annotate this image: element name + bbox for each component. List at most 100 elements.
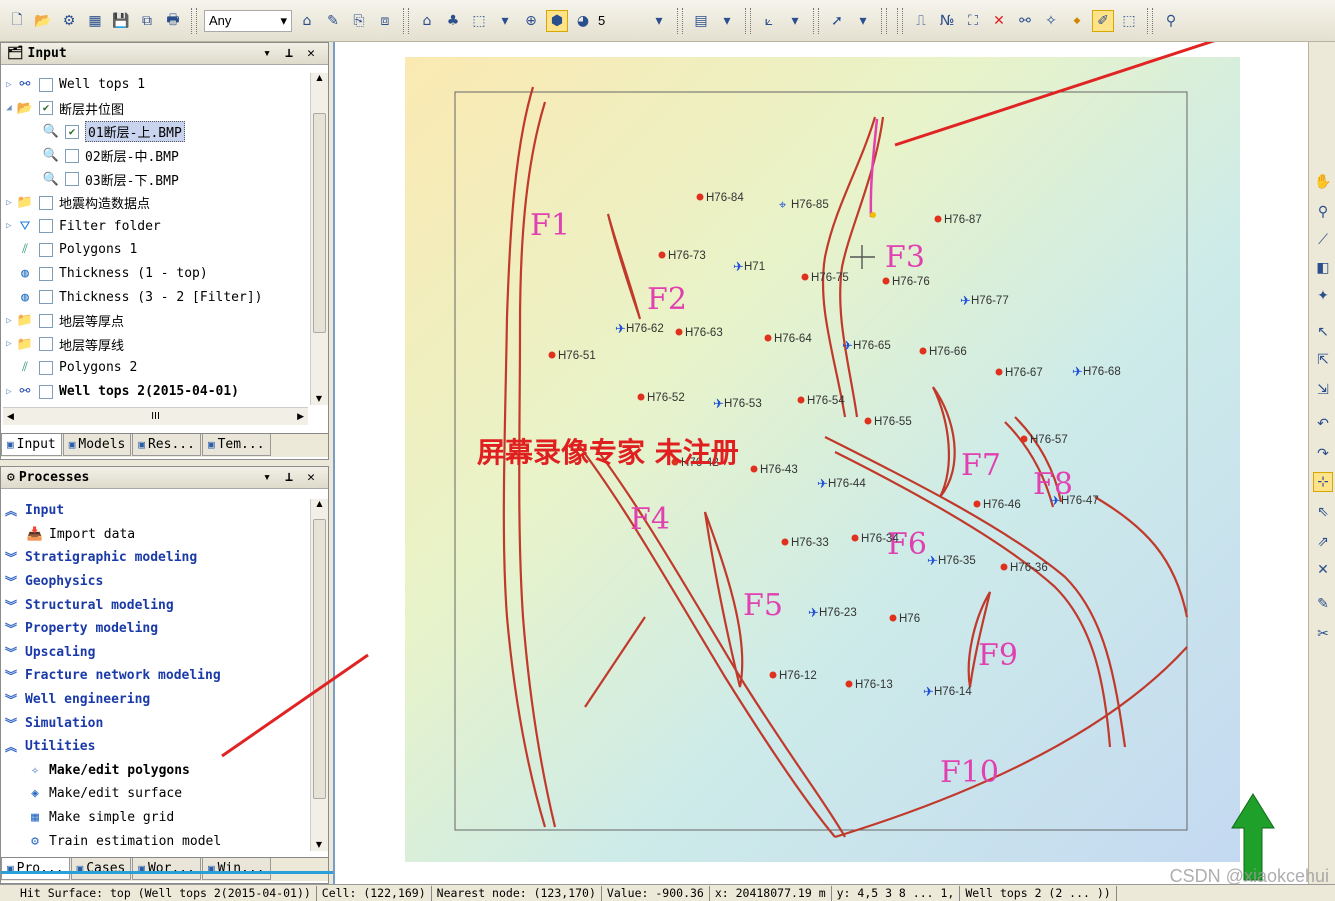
delete-point-icon[interactable]: ✕: [1313, 560, 1333, 580]
input-horizontal-scrollbar[interactable]: ◀ III ▶: [3, 407, 308, 425]
tab-pro[interactable]: ▣ Pro...: [1, 858, 70, 880]
well-marker[interactable]: H76-63: [675, 327, 723, 339]
map-canvas[interactable]: F1 F2 F3 F4 F5 F6 F7 F8 F9 F10 H76-84 ⌖ H76-85 H76-8…: [405, 57, 1240, 862]
visibility-checkbox[interactable]: [39, 313, 53, 328]
visibility-checkbox[interactable]: [65, 172, 79, 187]
process-group[interactable]: ︽ Utilities: [3, 735, 308, 759]
well-marker[interactable]: ✈ H76-77: [960, 294, 1009, 309]
chevron-up-icon[interactable]: ︽: [3, 738, 19, 755]
globe-icon[interactable]: ◕: [572, 10, 594, 32]
well-marker[interactable]: ✈ H76-53: [713, 397, 762, 412]
chevron-down-icon[interactable]: ▾: [256, 470, 278, 485]
tree-item[interactable]: 🔍 03断层-下.BMP: [3, 167, 308, 191]
scroll-left-icon[interactable]: ◀: [7, 412, 14, 422]
scroll-right-icon[interactable]: ▶: [297, 412, 304, 422]
well-marker[interactable]: H76-13: [845, 679, 893, 691]
measure-icon[interactable]: ⟋: [1313, 230, 1333, 250]
well-marker[interactable]: ✈ H76-35: [927, 554, 976, 569]
tree-expander-icon[interactable]: ▷: [3, 387, 15, 397]
select-multi-icon[interactable]: ⇲: [1313, 380, 1333, 400]
tree-expander-icon[interactable]: ◢: [3, 103, 15, 113]
process-group[interactable]: ︾ Structural modeling: [3, 593, 308, 617]
pan-hand-icon[interactable]: ✋: [1313, 172, 1333, 192]
well-marker[interactable]: H76-34: [851, 533, 900, 545]
well-marker[interactable]: H76: [889, 613, 921, 625]
tree-icon[interactable]: ♣: [442, 10, 464, 32]
magic-icon[interactable]: ✧: [1040, 10, 1062, 32]
process-group[interactable]: ︾ Fracture network modeling: [3, 664, 308, 688]
processes-vertical-scrollbar[interactable]: ▲ ▼: [310, 499, 328, 851]
chevron-down-icon[interactable]: ︾: [3, 573, 19, 590]
well-marker[interactable]: ⌖ H76-85: [779, 198, 829, 213]
polygon-vertex[interactable]: [870, 212, 876, 218]
chevron-down-icon[interactable]: ︾: [3, 715, 19, 732]
chevron-down-icon[interactable]: ▾: [852, 10, 874, 32]
visibility-checkbox[interactable]: [39, 77, 53, 92]
visibility-checkbox[interactable]: [65, 148, 79, 163]
well-marker[interactable]: H76-55: [864, 416, 912, 428]
chevron-down-icon[interactable]: ▾: [256, 46, 278, 61]
tab-wor[interactable]: ▣ Wor...: [132, 858, 201, 880]
well-marker[interactable]: H76-33: [781, 537, 829, 549]
scroll-thumb[interactable]: [313, 519, 326, 799]
process-group[interactable]: ︾ Geophysics: [3, 570, 308, 594]
visibility-checkbox[interactable]: [39, 242, 53, 257]
input-vertical-scrollbar[interactable]: ▲ ▼: [310, 73, 328, 405]
visibility-checkbox[interactable]: [39, 219, 53, 234]
well-marker[interactable]: H76-12: [769, 670, 817, 682]
pin-icon[interactable]: ⊥: [278, 46, 300, 61]
tab-models[interactable]: ▣ Models: [62, 434, 132, 456]
filter-select[interactable]: Any ▾: [204, 9, 292, 32]
well-marker[interactable]: H76-87: [934, 214, 982, 226]
tree-expander-icon[interactable]: ▷: [3, 339, 15, 349]
process-item[interactable]: ▦ Make simple grid: [3, 806, 308, 830]
tree-item[interactable]: 🔍 02断层-中.BMP: [3, 144, 308, 168]
chevron-down-icon[interactable]: ▾: [648, 10, 670, 32]
numbering-icon[interactable]: №: [936, 10, 958, 32]
close-icon[interactable]: ✕: [300, 46, 322, 61]
tree-item[interactable]: ⫽ Polygons 1: [3, 238, 308, 262]
well-marker[interactable]: H76-76: [882, 276, 930, 288]
tab-tem[interactable]: ▣ Tem...: [201, 434, 271, 456]
scroll-up-icon[interactable]: ▲: [311, 499, 328, 508]
fault-map[interactable]: F1F2F3F4F5F6F7F8F9F10 H76-84 ⌖ H76-85H76-8…: [405, 57, 1240, 862]
grid-view-icon[interactable]: ▦: [84, 10, 106, 32]
draw-polygon-icon[interactable]: ✐: [1092, 9, 1114, 32]
chevron-down-icon[interactable]: ︾: [3, 691, 19, 708]
process-group[interactable]: ︾ Property modeling: [3, 617, 308, 641]
axis-icon[interactable]: ⟀: [758, 10, 780, 32]
tab-res[interactable]: ▣ Res...: [132, 434, 201, 456]
scroll-thumb[interactable]: [313, 113, 326, 333]
visibility-checkbox[interactable]: [39, 337, 53, 352]
well-marker[interactable]: ✈ H76-14: [923, 685, 972, 700]
chevron-up-icon[interactable]: ︽: [3, 502, 19, 519]
import-icon[interactable]: ⚙: [58, 10, 80, 32]
tree-item[interactable]: ◍ Thickness (3 - 2 [Filter]): [3, 285, 308, 309]
delete-icon[interactable]: ✕: [988, 10, 1010, 32]
redo-icon[interactable]: ↷: [1313, 444, 1333, 464]
well-marker[interactable]: ✈ H76-23: [808, 606, 857, 621]
well-marker[interactable]: H76-66: [919, 346, 967, 358]
open-folder-icon[interactable]: 📂: [32, 10, 54, 32]
edit-icon[interactable]: ✎: [322, 10, 344, 32]
move-point-icon[interactable]: ⇖: [1313, 502, 1333, 522]
chevron-down-icon[interactable]: ︾: [3, 620, 19, 637]
well-marker[interactable]: H76-75: [801, 272, 849, 284]
pointer-arrow-icon[interactable]: ➚: [826, 10, 848, 32]
copy-icon[interactable]: ⧉: [136, 10, 158, 32]
tree-item[interactable]: ▷ ⚯ Well tops 2(2015-04-01): [3, 380, 308, 404]
ruler-icon[interactable]: ⎍: [910, 10, 932, 32]
well-marker[interactable]: ✈ H76-44: [817, 477, 866, 492]
process-item[interactable]: 📥 Import data: [3, 523, 308, 547]
color-table-icon[interactable]: ▤: [690, 10, 712, 32]
map-viewport[interactable]: F1 F2 F3 F4 F5 F6 F7 F8 F9 F10 H76-84 ⌖ H76-85 H76-8…: [333, 42, 1308, 884]
tree-item[interactable]: ▷ 📁 地层等厚点: [3, 309, 308, 333]
select-rect-icon[interactable]: ⬚: [1118, 10, 1140, 32]
tab-input[interactable]: ▣ Input: [1, 434, 62, 456]
well-marker[interactable]: H76-51: [548, 350, 596, 362]
chevron-down-icon[interactable]: ▾: [716, 10, 738, 32]
well-marker[interactable]: ✈ H71: [733, 260, 765, 275]
chevron-down-icon[interactable]: ▾: [494, 10, 516, 32]
well-marker[interactable]: ✈ H76-47: [1050, 494, 1099, 509]
process-group[interactable]: ︾ Upscaling: [3, 641, 308, 665]
